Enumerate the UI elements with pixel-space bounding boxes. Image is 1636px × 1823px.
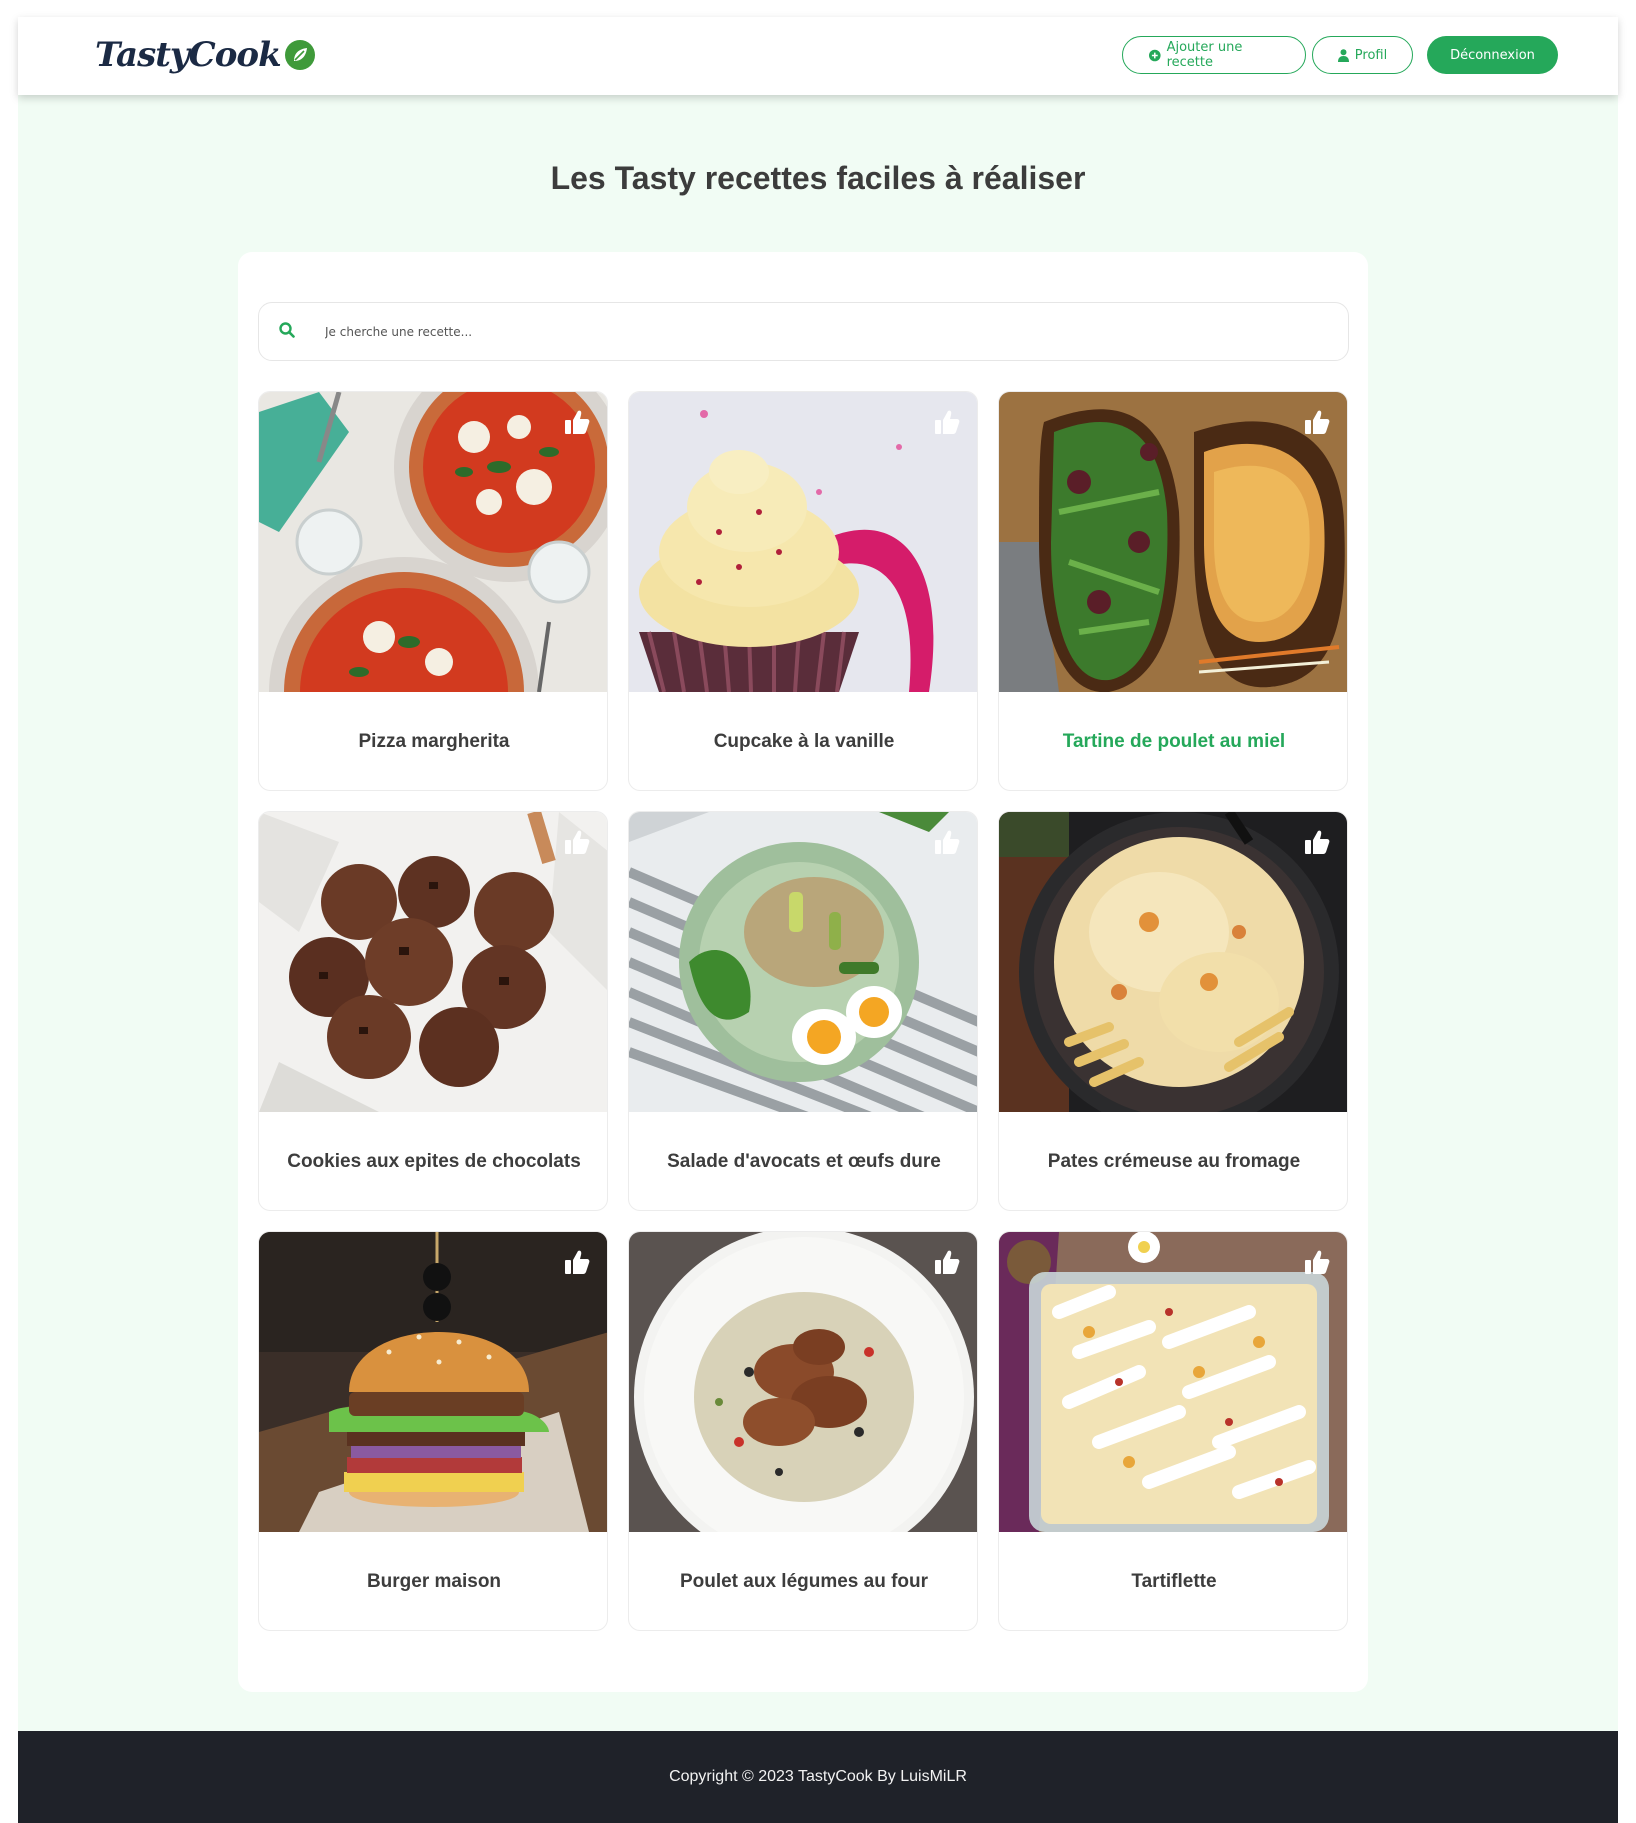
thumbs-up-icon[interactable]: [933, 1248, 961, 1276]
recipe-photo: [999, 1232, 1347, 1532]
thumbs-up-icon[interactable]: [1303, 1248, 1331, 1276]
recipe-card[interactable]: Poulet aux légumes au four: [628, 1231, 978, 1631]
recipe-title[interactable]: Burger maison: [259, 1532, 607, 1630]
recipe-photo: [999, 812, 1347, 1112]
copyright-text: Copyright © 2023 TastyCook By LuisMiLR: [669, 1768, 967, 1785]
recipe-photo: [629, 1232, 977, 1532]
logout-button[interactable]: Déconnexion: [1427, 36, 1558, 74]
recipe-title[interactable]: Pates crémeuse au fromage: [999, 1112, 1347, 1210]
recipe-card[interactable]: Cookies aux epites de chocolats: [258, 811, 608, 1211]
recipe-photo: [629, 392, 977, 692]
recipe-title[interactable]: Tartiflette: [999, 1532, 1347, 1630]
recipe-photo: [999, 392, 1347, 692]
thumbs-up-icon[interactable]: [563, 1248, 591, 1276]
recipe-card[interactable]: Pizza margherita: [258, 391, 608, 791]
recipe-card[interactable]: Cupcake à la vanille: [628, 391, 978, 791]
recipe-title[interactable]: Poulet aux légumes au four: [629, 1532, 977, 1630]
recipe-card[interactable]: Pates crémeuse au fromage: [998, 811, 1348, 1211]
page-title: Les Tasty recettes faciles à réaliser: [550, 160, 1086, 196]
footer: Copyright © 2023 TastyCook By LuisMiLR: [18, 1731, 1618, 1823]
recipe-title[interactable]: Cookies aux epites de chocolats: [259, 1112, 607, 1210]
recipe-card[interactable]: Tartine de poulet au miel: [998, 391, 1348, 791]
profile-label: Profil: [1354, 47, 1388, 63]
add-recipe-label: Ajouter une recette: [1166, 40, 1243, 70]
thumbs-up-icon[interactable]: [563, 408, 591, 436]
logo-text: TastyCook: [95, 35, 282, 75]
recipe-photo: [259, 812, 607, 1112]
leaf-logo-icon: [284, 40, 315, 70]
recipe-title[interactable]: Cupcake à la vanille: [629, 692, 977, 790]
recipe-title[interactable]: Tartine de poulet au miel: [999, 692, 1347, 790]
top-navbar: TastyCook Ajouter une recette Profil Déc…: [18, 17, 1618, 95]
plus-circle-icon: [1149, 49, 1161, 61]
add-recipe-button[interactable]: Ajouter une recette: [1122, 36, 1306, 74]
thumbs-up-icon[interactable]: [933, 828, 961, 856]
recipe-card[interactable]: Salade d'avocats et œufs dure: [628, 811, 978, 1211]
recipe-card[interactable]: Burger maison: [258, 1231, 608, 1631]
logout-label: Déconnexion: [1450, 47, 1535, 63]
search-input[interactable]: [325, 317, 1325, 347]
search-icon: [279, 322, 295, 338]
search-bar[interactable]: [258, 302, 1349, 361]
recipe-title[interactable]: Salade d'avocats et œufs dure: [629, 1112, 977, 1210]
user-icon: [1337, 48, 1349, 62]
recipe-card[interactable]: Tartiflette: [998, 1231, 1348, 1631]
brand-logo[interactable]: TastyCook: [95, 31, 315, 79]
recipe-photo: [259, 392, 607, 692]
thumbs-up-icon[interactable]: [1303, 408, 1331, 436]
recipe-title[interactable]: Pizza margherita: [259, 692, 607, 790]
recipe-photo: [259, 1232, 607, 1532]
recipe-photo: [629, 812, 977, 1112]
thumbs-up-icon[interactable]: [563, 828, 591, 856]
profile-button[interactable]: Profil: [1312, 36, 1413, 74]
thumbs-up-icon[interactable]: [933, 408, 961, 436]
nav-actions: Ajouter une recette Profil Déconnexion: [1122, 36, 1558, 74]
thumbs-up-icon[interactable]: [1303, 828, 1331, 856]
